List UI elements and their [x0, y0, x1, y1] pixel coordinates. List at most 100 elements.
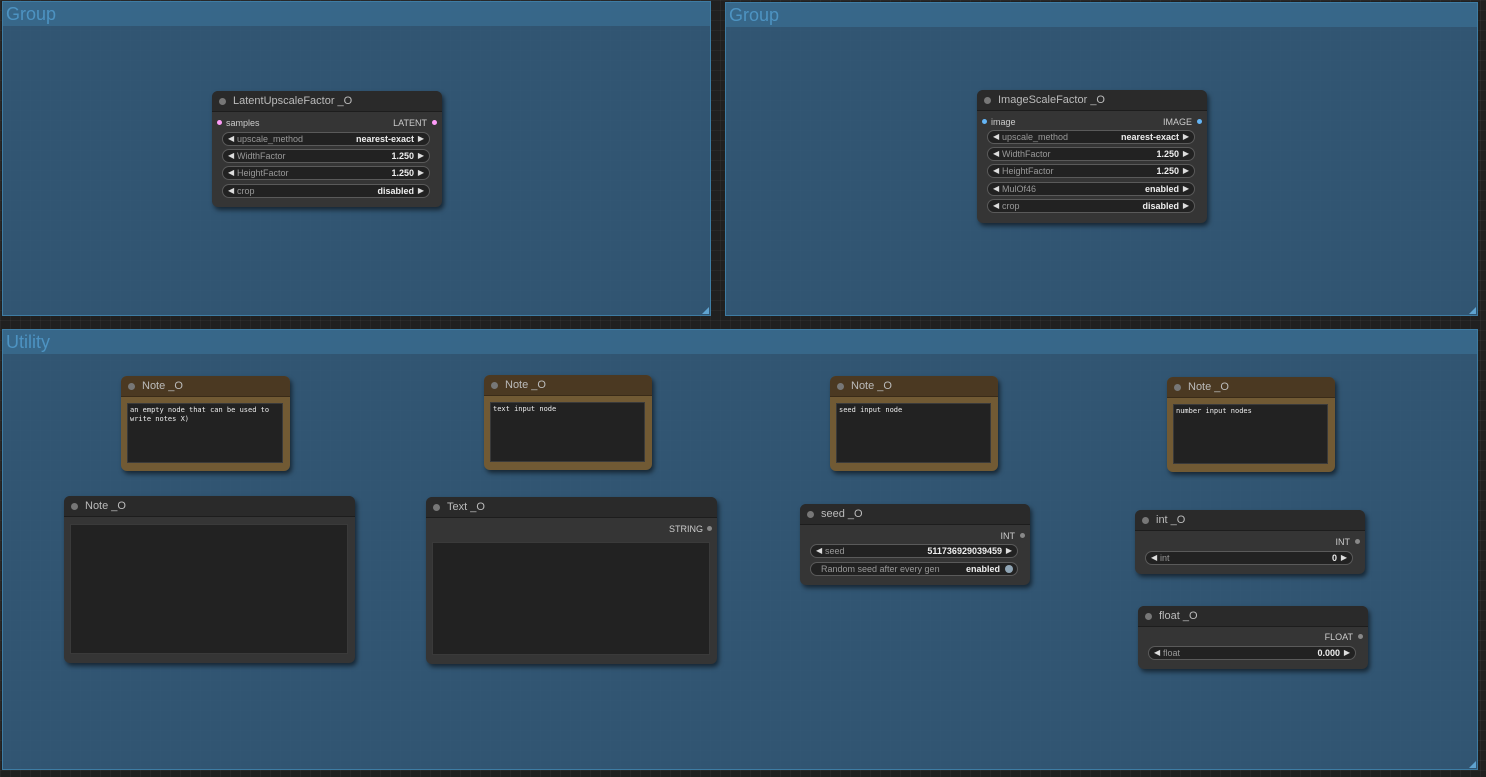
arrow-left-icon[interactable]: ◀ — [993, 183, 999, 195]
text-textarea[interactable] — [432, 542, 710, 655]
note-textarea[interactable]: an empty node that can be used to write … — [127, 403, 283, 463]
output-slot-dot-icon[interactable] — [707, 526, 712, 531]
node-title-bar[interactable]: Note _O — [830, 376, 998, 397]
widget-value: 0 — [1331, 553, 1337, 563]
collapse-dot-icon[interactable] — [128, 383, 135, 390]
node-title-bar[interactable]: int _O — [1135, 510, 1365, 531]
input-slot-label: image — [991, 117, 1016, 127]
crop-combo[interactable]: ◀ crop disabled ▶ — [987, 199, 1195, 213]
height-factor-number[interactable]: ◀ HeightFactor 1.250 ▶ — [222, 166, 430, 180]
arrow-left-icon[interactable]: ◀ — [228, 185, 234, 197]
group-resize-handle[interactable] — [702, 307, 709, 314]
int-node[interactable]: int _O INT ◀ int 0 ▶ — [1135, 510, 1365, 574]
widget-name: WidthFactor — [1002, 149, 1051, 159]
arrow-left-icon[interactable]: ◀ — [1154, 647, 1160, 659]
upscale-method-combo[interactable]: ◀ upscale_method nearest-exact ▶ — [987, 130, 1195, 144]
crop-combo[interactable]: ◀ crop disabled ▶ — [222, 184, 430, 198]
arrow-left-icon[interactable]: ◀ — [993, 148, 999, 160]
group-title[interactable]: Utility — [3, 330, 1477, 354]
arrow-right-icon[interactable]: ▶ — [1341, 552, 1347, 564]
output-slot-dot-icon[interactable] — [1358, 634, 1363, 639]
note-textarea[interactable] — [70, 524, 348, 654]
seed-node[interactable]: seed _O INT ◀ seed 511736929039459 ▶ Ran… — [800, 504, 1030, 585]
arrow-left-icon[interactable]: ◀ — [228, 150, 234, 162]
upscale-method-combo[interactable]: ◀ upscale_method nearest-exact ▶ — [222, 132, 430, 146]
int-number[interactable]: ◀ int 0 ▶ — [1145, 551, 1353, 565]
widget-name: crop — [1002, 201, 1020, 211]
arrow-right-icon[interactable]: ▶ — [1183, 183, 1189, 195]
arrow-left-icon[interactable]: ◀ — [993, 165, 999, 177]
arrow-right-icon[interactable]: ▶ — [418, 133, 424, 145]
image-scale-node[interactable]: ImageScaleFactor _O image IMAGE ◀ upscal… — [977, 90, 1207, 223]
text-node[interactable]: Text _O STRING — [426, 497, 717, 664]
collapse-dot-icon[interactable] — [1145, 613, 1152, 620]
group-title[interactable]: Group — [3, 2, 710, 26]
note-node-4[interactable]: Note _O number input nodes — [1167, 377, 1335, 472]
arrow-right-icon[interactable]: ▶ — [418, 150, 424, 162]
widget-value: nearest-exact — [1120, 132, 1179, 142]
group-resize-handle[interactable] — [1469, 761, 1476, 768]
collapse-dot-icon[interactable] — [807, 511, 814, 518]
arrow-left-icon[interactable]: ◀ — [816, 545, 822, 557]
arrow-right-icon[interactable]: ▶ — [418, 185, 424, 197]
input-slot-dot-icon[interactable] — [217, 120, 222, 125]
arrow-left-icon[interactable]: ◀ — [228, 167, 234, 179]
node-title-bar[interactable]: seed _O — [800, 504, 1030, 525]
arrow-right-icon[interactable]: ▶ — [1183, 131, 1189, 143]
collapse-dot-icon[interactable] — [219, 98, 226, 105]
output-slot-dot-icon[interactable] — [432, 120, 437, 125]
arrow-left-icon[interactable]: ◀ — [228, 133, 234, 145]
arrow-right-icon[interactable]: ▶ — [1344, 647, 1350, 659]
note-textarea[interactable]: number input nodes — [1173, 404, 1328, 464]
node-title-bar[interactable]: float _O — [1138, 606, 1368, 627]
collapse-dot-icon[interactable] — [491, 382, 498, 389]
collapse-dot-icon[interactable] — [433, 504, 440, 511]
note-textarea[interactable]: text input node — [490, 402, 645, 462]
group-title[interactable]: Group — [726, 3, 1477, 27]
collapse-dot-icon[interactable] — [984, 97, 991, 104]
arrow-left-icon[interactable]: ◀ — [993, 200, 999, 212]
output-slot-dot-icon[interactable] — [1020, 533, 1025, 538]
input-slot-dot-icon[interactable] — [982, 119, 987, 124]
latent-upscale-node[interactable]: LatentUpscaleFactor _O samples LATENT ◀ … — [212, 91, 442, 207]
widget-value: 1.250 — [1156, 166, 1179, 176]
arrow-right-icon[interactable]: ▶ — [1183, 200, 1189, 212]
toggle-knob-icon[interactable] — [1005, 565, 1013, 573]
node-title: Text _O — [447, 501, 485, 513]
node-title-bar[interactable]: ImageScaleFactor _O — [977, 90, 1207, 111]
height-factor-number[interactable]: ◀ HeightFactor 1.250 ▶ — [987, 164, 1195, 178]
float-node[interactable]: float _O FLOAT ◀ float 0.000 ▶ — [1138, 606, 1368, 669]
collapse-dot-icon[interactable] — [71, 503, 78, 510]
widget-value: 1.250 — [391, 168, 414, 178]
seed-number[interactable]: ◀ seed 511736929039459 ▶ — [810, 544, 1018, 558]
width-factor-number[interactable]: ◀ WidthFactor 1.250 ▶ — [222, 149, 430, 163]
arrow-right-icon[interactable]: ▶ — [418, 167, 424, 179]
float-number[interactable]: ◀ float 0.000 ▶ — [1148, 646, 1356, 660]
mulof46-combo[interactable]: ◀ MulOf46 enabled ▶ — [987, 182, 1195, 196]
note-textarea[interactable]: seed input node — [836, 403, 991, 463]
random-seed-toggle[interactable]: Random seed after every gen enabled — [810, 562, 1018, 576]
output-slot-dot-icon[interactable] — [1355, 539, 1360, 544]
arrow-right-icon[interactable]: ▶ — [1006, 545, 1012, 557]
node-title-bar[interactable]: Note _O — [484, 375, 652, 396]
collapse-dot-icon[interactable] — [1142, 517, 1149, 524]
node-title-bar[interactable]: Note _O — [121, 376, 290, 397]
note-node-empty[interactable]: Note _O — [64, 496, 355, 663]
note-node-1[interactable]: Note _O an empty node that can be used t… — [121, 376, 290, 471]
arrow-right-icon[interactable]: ▶ — [1183, 148, 1189, 160]
arrow-left-icon[interactable]: ◀ — [1151, 552, 1157, 564]
note-node-3[interactable]: Note _O seed input node — [830, 376, 998, 471]
collapse-dot-icon[interactable] — [1174, 384, 1181, 391]
node-title-bar[interactable]: LatentUpscaleFactor _O — [212, 91, 442, 112]
widget-name: upscale_method — [237, 134, 304, 144]
group-resize-handle[interactable] — [1469, 307, 1476, 314]
width-factor-number[interactable]: ◀ WidthFactor 1.250 ▶ — [987, 147, 1195, 161]
node-title-bar[interactable]: Note _O — [1167, 377, 1335, 398]
node-title-bar[interactable]: Text _O — [426, 497, 717, 518]
output-slot-dot-icon[interactable] — [1197, 119, 1202, 124]
arrow-left-icon[interactable]: ◀ — [993, 131, 999, 143]
node-title-bar[interactable]: Note _O — [64, 496, 355, 517]
note-node-2[interactable]: Note _O text input node — [484, 375, 652, 470]
collapse-dot-icon[interactable] — [837, 383, 844, 390]
arrow-right-icon[interactable]: ▶ — [1183, 165, 1189, 177]
